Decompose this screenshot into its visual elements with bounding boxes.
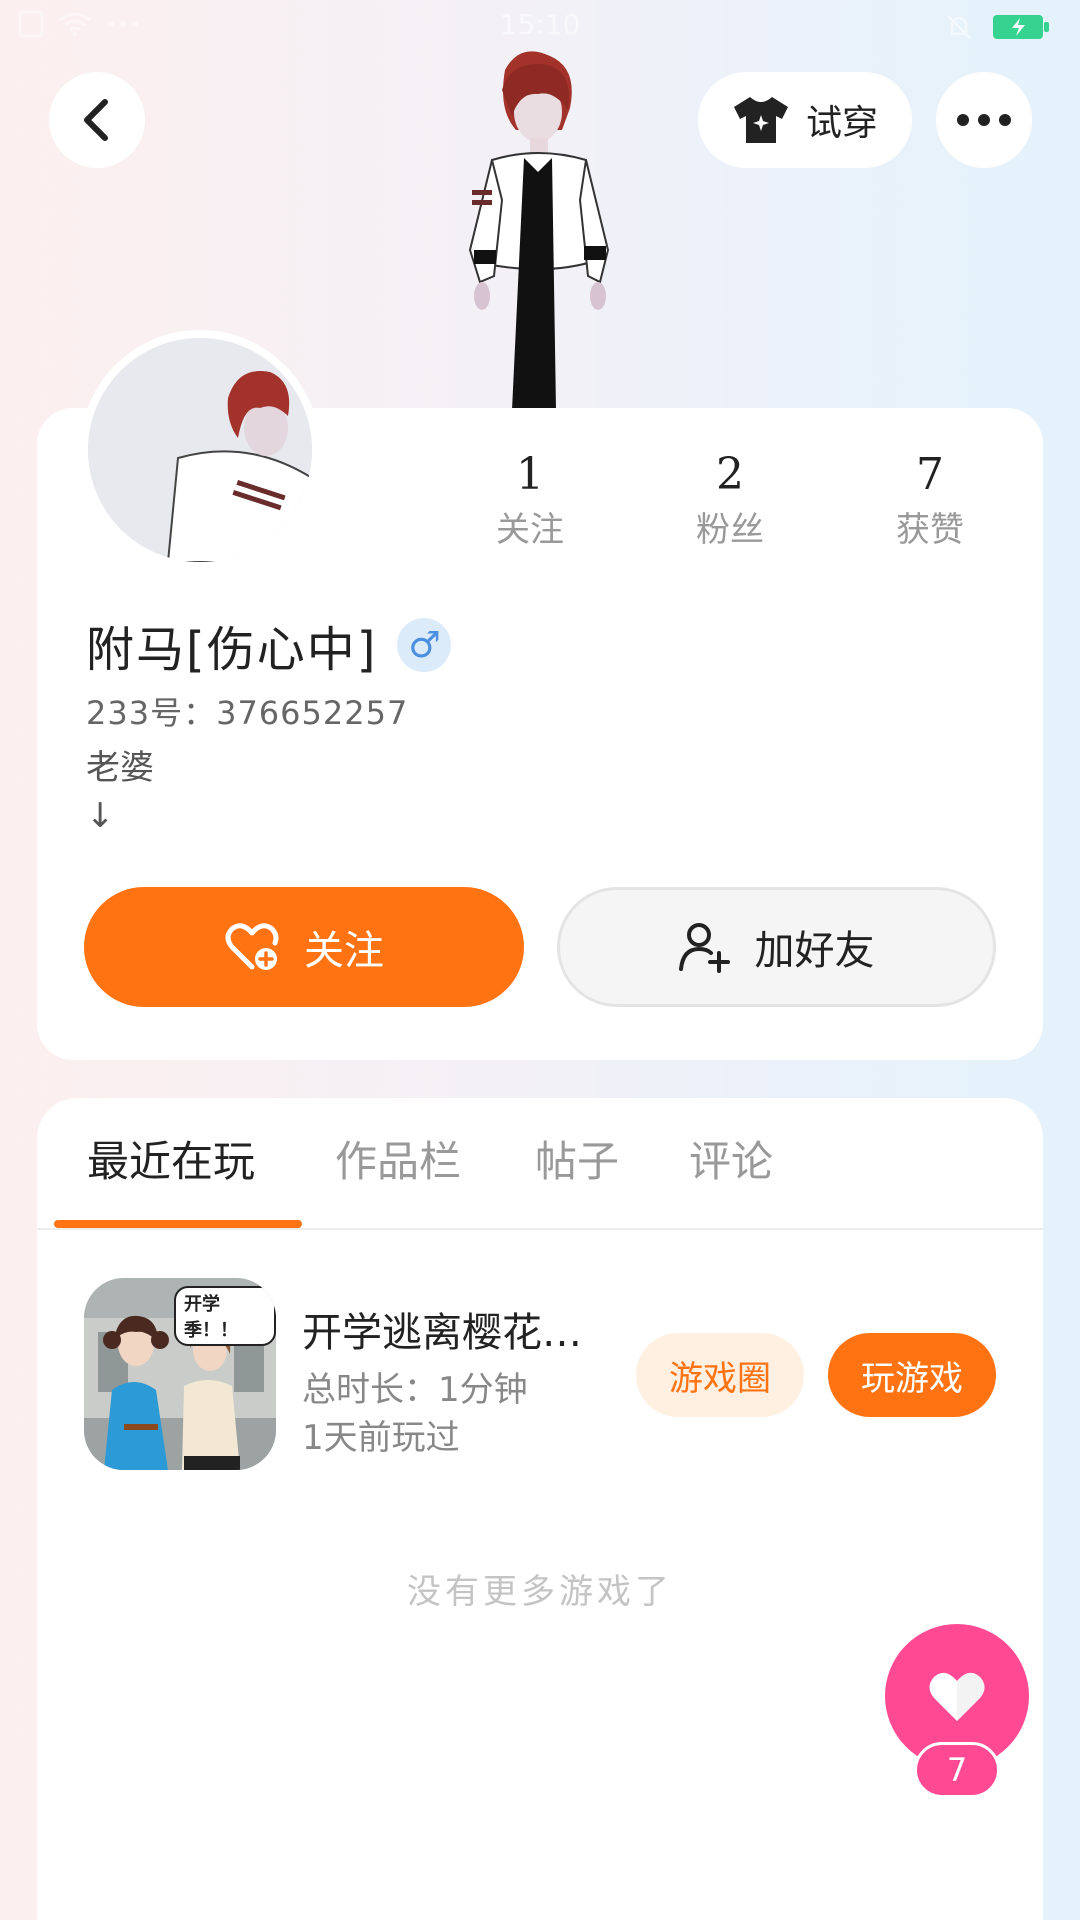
avatar-image [88, 338, 312, 562]
stat-likes-value: 7 [916, 449, 944, 500]
play-game-button[interactable]: 玩游戏 [828, 1333, 996, 1417]
tab-comments[interactable]: 评论 [689, 1128, 773, 1189]
add-friend-label: 加好友 [754, 928, 875, 974]
tab-posts[interactable]: 帖子 [535, 1128, 619, 1189]
try-on-button[interactable]: 试穿 [698, 72, 912, 168]
follow-label: 关注 [304, 928, 384, 974]
game-last-played: 1天前玩过 [302, 1418, 460, 1458]
gender-badge: ♂ [397, 618, 452, 672]
like-count-badge: 7 [914, 1742, 1000, 1798]
stat-likes[interactable]: 7 获赞 [830, 445, 1030, 555]
stat-fans-label: 粉丝 [696, 510, 764, 550]
game-icon-badge: 开学季！！ [174, 1286, 276, 1346]
stat-likes-label: 获赞 [896, 510, 964, 550]
bell-muted-icon [947, 15, 971, 39]
stat-fans[interactable]: 2 粉丝 [630, 445, 830, 555]
bio: 老婆 ↓ [86, 748, 154, 836]
avatar[interactable] [80, 330, 320, 570]
add-friend-button[interactable]: 加好友 [557, 887, 996, 1007]
male-icon: ♂ [408, 624, 441, 666]
game-total-duration: 总时长：1分钟 [302, 1370, 528, 1410]
username-row: 附马[伤心中] ♂ [86, 610, 452, 680]
status-bar: 15:10 [0, 0, 1080, 52]
stat-following[interactable]: 1 关注 [430, 445, 630, 555]
username: 附马[伤心中] [86, 622, 378, 678]
stat-following-value: 1 [516, 449, 544, 500]
more-button[interactable] [936, 72, 1032, 168]
back-button[interactable] [49, 72, 145, 168]
follow-button[interactable]: 关注 [84, 887, 524, 1007]
heart-plus-icon [225, 923, 279, 970]
tab-recent-play[interactable]: 最近在玩 [87, 1128, 255, 1189]
heart-icon [929, 1672, 985, 1721]
add-user-icon [678, 923, 730, 973]
tab-works[interactable]: 作品栏 [335, 1128, 461, 1189]
no-more-games-text: 没有更多游戏了 [407, 1572, 673, 1612]
tab-active-indicator [54, 1220, 302, 1228]
more-dots-icon [957, 114, 1011, 126]
status-time: 15:10 [499, 8, 581, 41]
game-icon[interactable]: 开学季！！ [84, 1278, 276, 1470]
try-on-label: 试穿 [805, 103, 878, 144]
character-figure [468, 51, 610, 410]
back-arrow-icon [84, 99, 108, 141]
user-id: 233号：376652257 [86, 694, 409, 732]
tshirt-icon [733, 97, 788, 143]
profile-stats: 1 关注 2 粉丝 7 获赞 [430, 445, 1030, 555]
game-circle-button[interactable]: 游戏圈 [636, 1333, 804, 1417]
stat-following-label: 关注 [496, 510, 564, 550]
battery-charging-icon [993, 15, 1049, 39]
game-list-item[interactable]: 开学季！！ 开学逃离樱花… 总时长：1分钟 1天前玩过 游戏圈 玩游戏 [84, 1278, 996, 1470]
tab-bar: 最近在玩 作品栏 帖子 评论 [37, 1098, 1043, 1230]
game-title: 开学逃离樱花… [302, 1310, 582, 1356]
stat-fans-value: 2 [716, 449, 744, 500]
status-icons-right [944, 12, 1050, 42]
